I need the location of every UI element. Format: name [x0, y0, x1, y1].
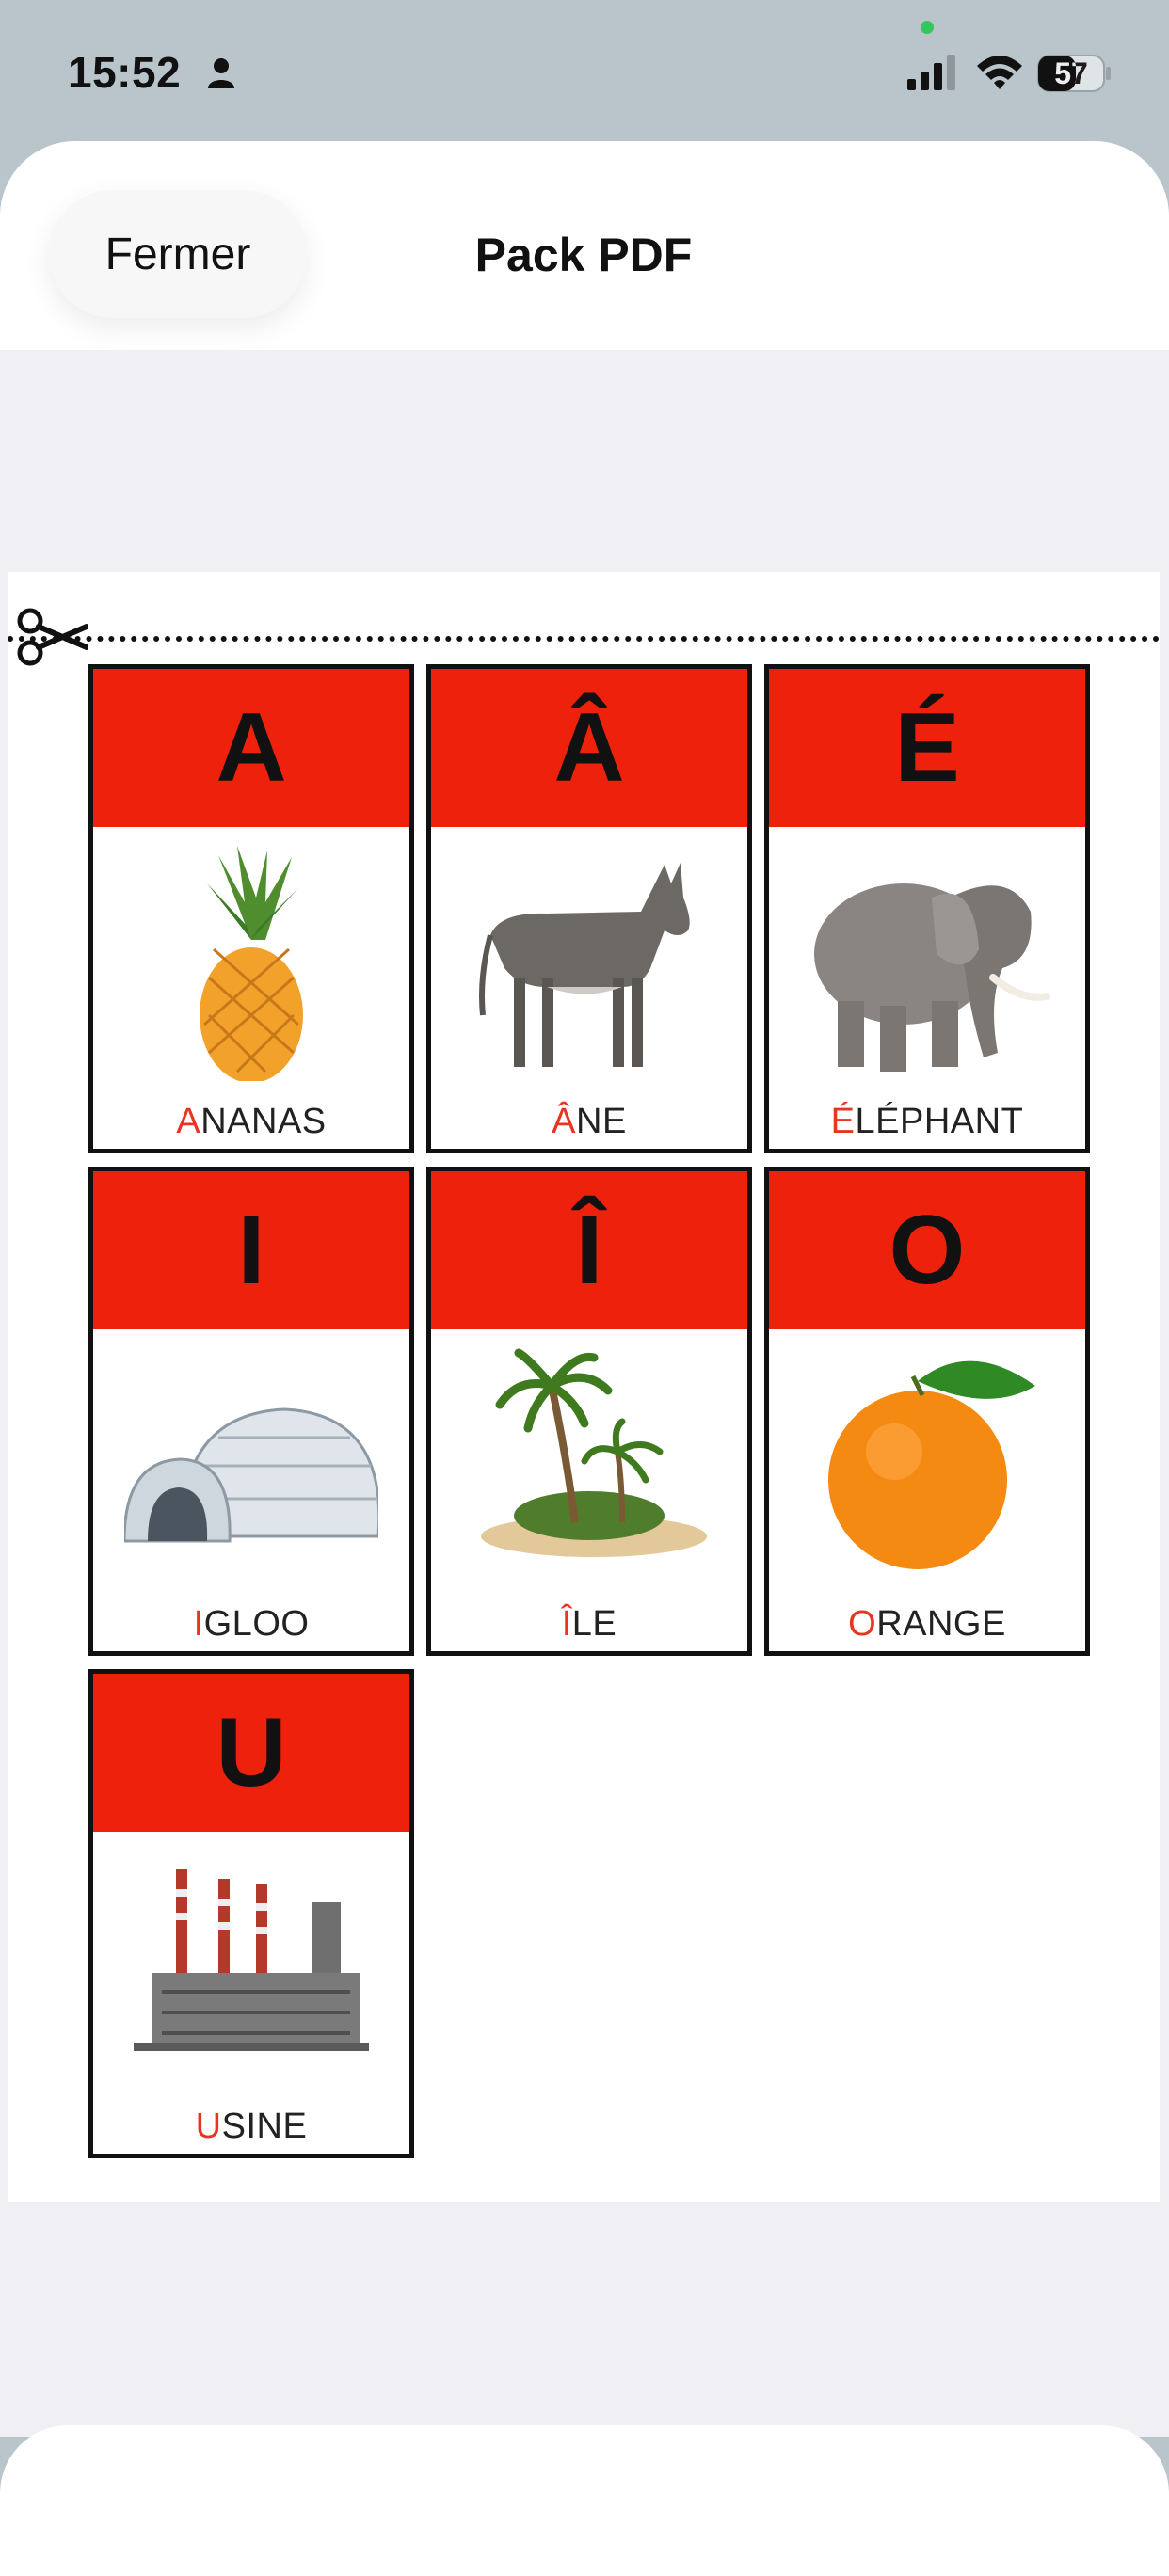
sheet-title: Pack PDF: [474, 229, 693, 281]
card-header: O: [769, 1171, 1085, 1329]
card-a-circumflex: Â ÂNE: [426, 664, 752, 1153]
card-word: USINE: [195, 2107, 308, 2146]
card-word: ORANGE: [848, 1604, 1006, 1644]
card-word: IGLOO: [193, 1604, 310, 1644]
card-letter: A: [216, 693, 287, 803]
card-letter: Â: [553, 693, 625, 803]
card-header: A: [93, 669, 409, 827]
card-word: ÎLE: [561, 1604, 617, 1644]
card-header: Î: [431, 1171, 747, 1329]
igloo-icon: [124, 1407, 378, 1543]
close-button[interactable]: Fermer: [49, 190, 307, 318]
card-e-acute: É ÉLÉPHANT: [764, 664, 1090, 1153]
donkey-icon: [479, 863, 690, 1067]
card-header: Â: [431, 669, 747, 827]
pineapple-icon: [200, 846, 303, 1081]
card-header: I: [93, 1171, 409, 1329]
card-word: ÂNE: [552, 1102, 627, 1141]
card-letter: Î: [575, 1196, 603, 1305]
bottom-sheet-edge: [0, 2425, 1169, 2576]
card-i-circumflex: Î ÎLE: [426, 1167, 752, 1656]
card-word: ÉLÉPHANT: [830, 1102, 1024, 1141]
card-header: U: [93, 1674, 409, 1832]
battery-icon: 57: [1037, 55, 1113, 92]
card-letter: É: [894, 693, 960, 803]
elephant-icon: [814, 883, 1050, 1072]
island-icon: [481, 1348, 707, 1557]
card-letter: I: [237, 1196, 265, 1305]
card-u: U USINE: [88, 1669, 414, 2158]
card-header: É: [769, 669, 1085, 827]
card-o: O ORANGE: [764, 1167, 1090, 1656]
status-time: 15:52: [68, 48, 182, 97]
card-a: A ANANAS: [88, 664, 414, 1153]
card-letter: U: [216, 1698, 287, 1807]
privacy-indicator: [921, 21, 934, 34]
person-icon: [208, 58, 234, 88]
card-i: I IGLOO: [88, 1167, 414, 1656]
status-bar: 15:52 57: [0, 0, 1169, 141]
wifi-icon: [977, 56, 1022, 89]
scissors-icon: [17, 608, 88, 666]
orange-icon: [828, 1360, 1035, 1569]
card-word: ANANAS: [176, 1102, 327, 1141]
battery-level: 57: [1054, 56, 1088, 90]
signal-icon: [907, 55, 955, 90]
pdf-page-preview[interactable]: A ANANAS Â ÂNE É ÉLÉPHANT I IGLOO Î ÎLE …: [8, 572, 1160, 2202]
factory-icon: [134, 1869, 369, 2051]
cut-line: [8, 636, 1160, 642]
card-letter: O: [889, 1196, 966, 1305]
pdf-sheet: Fermer Pack PDF A ANANAS Â ÂNE É ÉLÉPHAN…: [0, 141, 1169, 2437]
sheet-header: Fermer Pack PDF: [0, 141, 1169, 350]
